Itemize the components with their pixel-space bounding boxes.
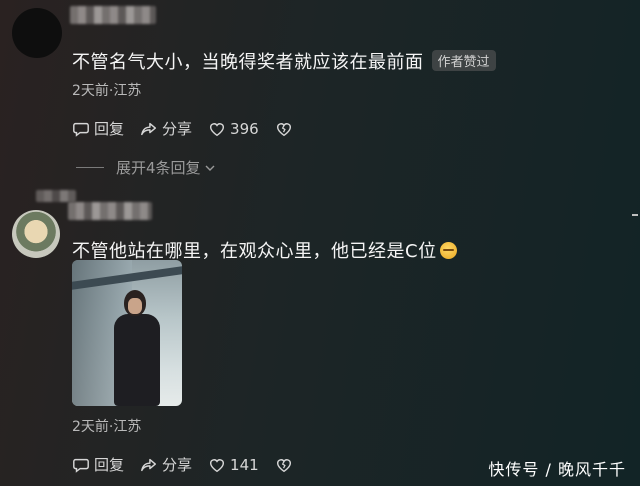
avatar[interactable] [12, 8, 62, 58]
avatar[interactable] [12, 210, 60, 258]
like-count: 141 [230, 455, 259, 474]
share-button[interactable]: 分享 [140, 454, 192, 475]
smiling-face-emoji-icon [439, 242, 457, 259]
broken-heart-icon [276, 458, 291, 472]
broken-heart-icon [276, 122, 291, 136]
comment-text-content: 不管名气大小，当晚得奖者就应该在最前面 [72, 52, 424, 73]
photo-person-body [114, 314, 160, 406]
like-button[interactable]: 141 [208, 456, 259, 474]
comment-actions: 回复 分享 396 [72, 118, 293, 139]
share-button[interactable]: 分享 [140, 118, 192, 139]
comment-meta: 2天前·江苏 [72, 83, 142, 99]
author-liked-badge: 作者赞过 [431, 50, 496, 71]
photo-person-face [128, 298, 142, 314]
share-label: 分享 [162, 456, 193, 474]
expand-replies-button[interactable]: 展开4条回复 [76, 157, 216, 178]
comment-actions: 回复 分享 141 [72, 454, 293, 475]
dislike-button[interactable] [275, 456, 293, 474]
reply-button[interactable]: 回复 [72, 454, 124, 475]
comment-text-content: 不管他站在哪里，在观众心里，他已经是C位 [72, 241, 437, 262]
username-blurred-extra [36, 190, 76, 202]
share-icon [141, 122, 157, 135]
comment-text: 不管名气大小，当晚得奖者就应该在最前面 作者赞过 [72, 48, 496, 74]
reply-label: 回复 [94, 456, 125, 474]
reply-button[interactable]: 回复 [72, 118, 124, 139]
divider [76, 167, 104, 168]
username-blurred[interactable] [70, 6, 156, 24]
share-icon [141, 458, 157, 471]
comment-meta: 2天前·江苏 [72, 419, 142, 435]
watermark-text: 快传号 / 晚风千千 [488, 460, 626, 479]
reply-label: 回复 [94, 120, 125, 138]
like-count: 396 [230, 119, 259, 138]
username-blurred[interactable] [68, 202, 152, 220]
dislike-button[interactable] [275, 120, 293, 138]
chevron-down-icon [205, 165, 215, 171]
scrollbar-marker[interactable] [632, 214, 638, 216]
share-label: 分享 [162, 120, 193, 138]
reply-icon [73, 122, 89, 137]
like-button[interactable]: 396 [208, 120, 259, 138]
comment-image[interactable] [72, 260, 182, 406]
expand-replies-label: 展开4条回复 [116, 159, 201, 177]
heart-icon [210, 458, 225, 472]
heart-icon [210, 122, 225, 136]
reply-icon [73, 458, 89, 473]
